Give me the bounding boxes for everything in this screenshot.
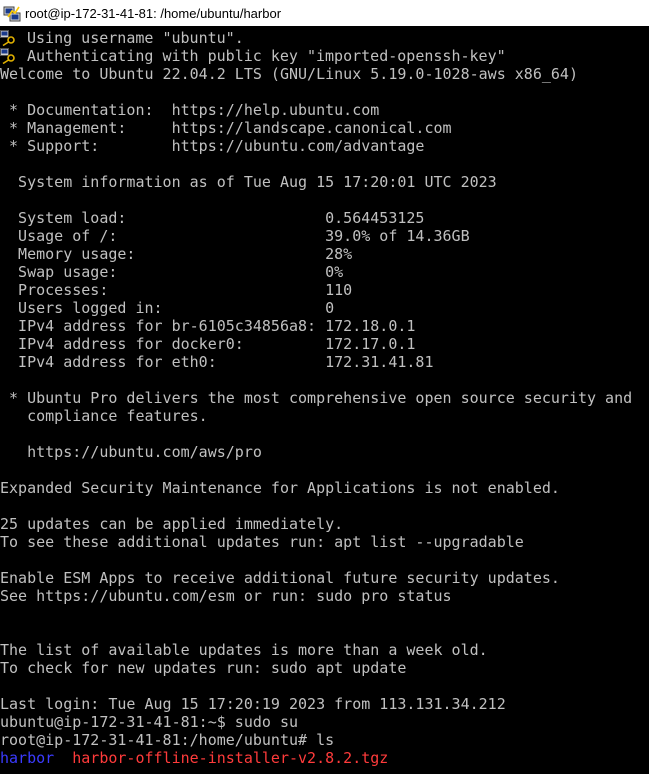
directory-entry: harbor	[0, 749, 55, 767]
ls-output-line: harbor harbor-offline-installer-v2.8.2.t…	[0, 749, 388, 767]
terminal-line: Expanded Security Maintenance for Applic…	[0, 479, 560, 497]
terminal-line: * Documentation: https://help.ubuntu.com	[0, 101, 380, 119]
terminal-line: Swap usage: 0%	[0, 263, 344, 281]
terminal-line: 25 updates can be applied immediately.	[0, 515, 344, 533]
terminal-line: Memory usage: 28%	[0, 245, 353, 263]
terminal-line: To check for new updates run: sudo apt u…	[0, 659, 407, 677]
terminal-line: Last login: Tue Aug 15 17:20:19 2023 fro…	[0, 695, 506, 713]
terminal-line: System information as of Tue Aug 15 17:2…	[0, 173, 497, 191]
terminal-line: * Ubuntu Pro delivers the most comprehen…	[0, 389, 633, 407]
terminal-line-text: Using username "ubuntu".	[27, 29, 244, 47]
terminal-window: root@ip-172-31-41-81: /home/ubuntu/harbo…	[0, 0, 649, 774]
terminal-line: Welcome to Ubuntu 22.04.2 LTS (GNU/Linux…	[0, 65, 578, 83]
terminal-line-text: Authenticating with public key "imported…	[27, 47, 506, 65]
terminal-line: See https://ubuntu.com/esm or run: sudo …	[0, 587, 452, 605]
terminal-line: Enable ESM Apps to receive additional fu…	[0, 569, 560, 587]
terminal-output[interactable]: Using username "ubuntu". Authenticating …	[0, 29, 649, 774]
terminal-line: Users logged in: 0	[0, 299, 335, 317]
putty-icon[interactable]	[3, 4, 21, 22]
terminal-line: root@ip-172-31-41-81:/home/ubuntu# ls	[0, 731, 335, 749]
terminal-line: To see these additional updates run: apt…	[0, 533, 524, 551]
terminal-line: * Support: https://ubuntu.com/advantage	[0, 137, 425, 155]
terminal-line: Usage of /: 39.0% of 14.36GB	[0, 227, 470, 245]
terminal-line: https://ubuntu.com/aws/pro	[0, 443, 262, 461]
window-title: root@ip-172-31-41-81: /home/ubuntu/harbo…	[25, 5, 282, 21]
key-icon	[0, 48, 16, 65]
terminal-line: IPv4 address for docker0: 172.17.0.1	[0, 335, 416, 353]
terminal-line: System load: 0.564453125	[0, 209, 425, 227]
terminal-line: IPv4 address for eth0: 172.31.41.81	[0, 353, 434, 371]
title-bar[interactable]: root@ip-172-31-41-81: /home/ubuntu/harbo…	[0, 0, 649, 26]
terminal-line: IPv4 address for br-6105c34856a8: 172.18…	[0, 317, 416, 335]
terminal-line: Processes: 110	[0, 281, 353, 299]
terminal-line: ubuntu@ip-172-31-41-81:~$ sudo su	[0, 713, 299, 731]
terminal-line: compliance features.	[0, 407, 208, 425]
terminal-line: * Management: https://landscape.canonica…	[0, 119, 452, 137]
terminal-line: Authenticating with public key "imported…	[0, 47, 506, 65]
terminal-line: The list of available updates is more th…	[0, 641, 488, 659]
archive-entry: harbor-offline-installer-v2.8.2.tgz	[72, 749, 389, 767]
key-icon	[0, 30, 16, 47]
terminal-line: Using username "ubuntu".	[0, 29, 244, 47]
